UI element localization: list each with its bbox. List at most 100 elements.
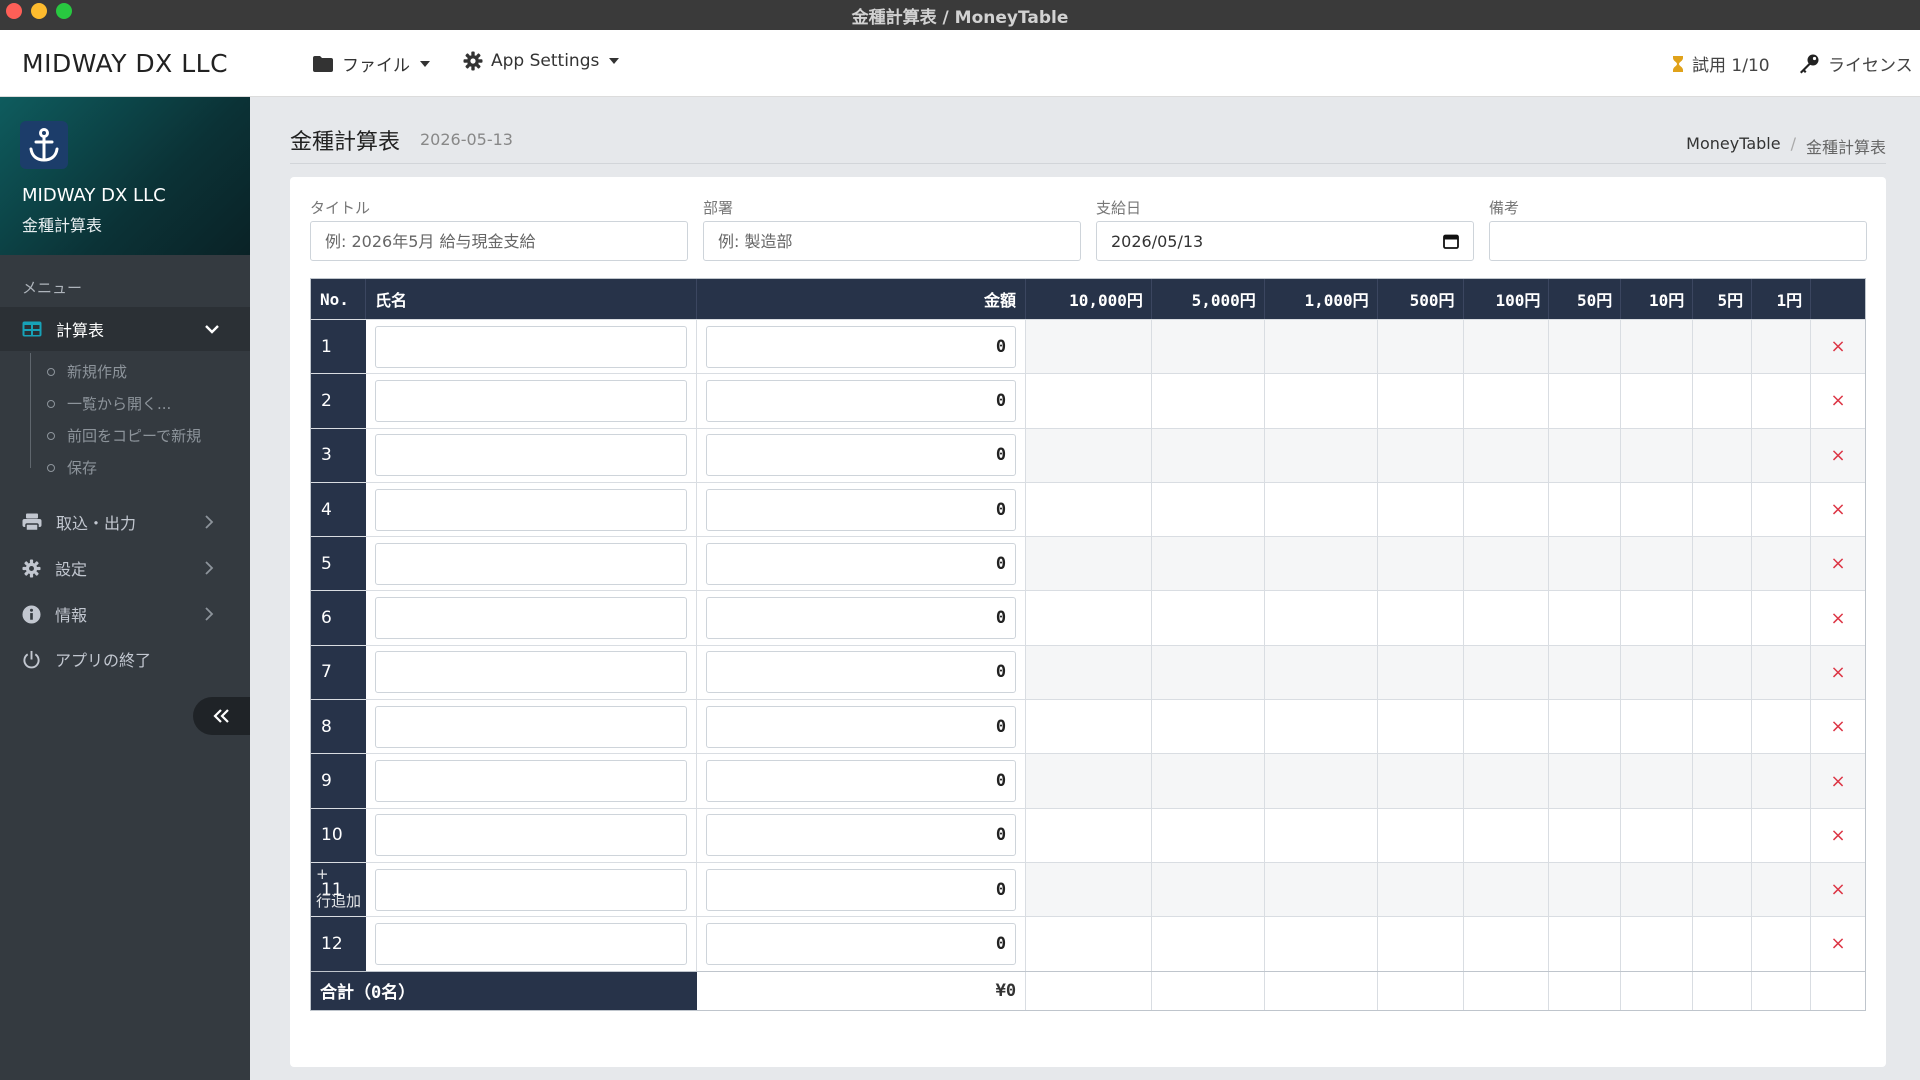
denom-cell	[1152, 700, 1265, 754]
denom-cell	[1378, 374, 1464, 428]
denom-cell	[1752, 862, 1812, 917]
delete-row-icon[interactable]: ×	[1811, 917, 1865, 970]
name-cell	[366, 591, 697, 645]
note-input[interactable]	[1504, 231, 1852, 251]
app-settings-label: App Settings	[491, 51, 600, 71]
sidebar-item-info[interactable]: 情報	[0, 594, 250, 634]
amount-input[interactable]: 0	[705, 705, 1017, 748]
pay-date-label: 支給日	[1096, 199, 1142, 217]
amount-input[interactable]: 0	[705, 542, 1017, 585]
sidebar-item-label: 取込・出力	[56, 514, 137, 533]
delete-row-icon[interactable]: ×	[1811, 862, 1865, 917]
denom-cell	[1463, 537, 1550, 591]
name-input[interactable]	[374, 868, 687, 911]
dept-input[interactable]	[718, 231, 1066, 251]
money-table: No. 氏名 金額 10,000円 5,000円 1,000円 500円 100…	[310, 278, 1866, 1011]
amount-input[interactable]: 0	[705, 597, 1017, 640]
submenu-copy-previous[interactable]: 前回をコピーで新規	[30, 425, 230, 446]
denom-cell	[1152, 374, 1265, 428]
name-input[interactable]	[374, 651, 687, 694]
name-input[interactable]	[374, 814, 687, 857]
col-delete	[1811, 279, 1865, 319]
sidebar-collapse-button[interactable]	[193, 697, 250, 735]
circle-icon	[47, 431, 55, 440]
name-input[interactable]	[374, 434, 687, 477]
denom-cell	[1549, 482, 1622, 537]
name-cell	[366, 862, 697, 917]
table-row: 8 0 ×	[311, 699, 1865, 754]
total-label: 合計（0名）	[311, 971, 697, 1010]
window-close-button[interactable]	[6, 3, 22, 19]
denom-cell	[1264, 428, 1378, 482]
trial-status[interactable]: 試用 1/10	[1672, 51, 1770, 76]
name-input[interactable]	[374, 379, 687, 422]
delete-row-icon[interactable]: ×	[1811, 428, 1865, 482]
breadcrumb-home[interactable]: MoneyTable	[1686, 134, 1780, 158]
denom-cell	[1264, 320, 1378, 374]
sidebar-item-settings[interactable]: 設定	[0, 548, 250, 588]
submenu-open-list[interactable]: 一覧から開く...	[30, 393, 230, 414]
delete-row-icon[interactable]: ×	[1811, 809, 1865, 862]
name-input[interactable]	[374, 705, 687, 748]
calendar-icon[interactable]	[1443, 233, 1459, 249]
delete-row-icon[interactable]: ×	[1811, 645, 1865, 700]
sidebar-item-calc-table[interactable]: 計算表	[0, 307, 250, 351]
add-row-label[interactable]: 行追加	[316, 890, 361, 911]
sidebar-item-quit[interactable]: アプリの終了	[0, 639, 250, 679]
add-row-plus-icon[interactable]: +	[316, 865, 329, 883]
denom-cell	[1152, 917, 1265, 971]
submenu-save[interactable]: 保存	[30, 457, 230, 478]
delete-row-icon[interactable]: ×	[1811, 591, 1865, 644]
col-amount: 金額	[697, 279, 1027, 319]
delete-row-icon[interactable]: ×	[1811, 537, 1865, 591]
name-input[interactable]	[374, 597, 687, 640]
denom-cell	[1151, 428, 1265, 482]
delete-row-icon[interactable]: ×	[1811, 320, 1865, 374]
amount-input[interactable]: 0	[705, 434, 1017, 477]
amount-input[interactable]: 0	[705, 379, 1017, 422]
table-row: 4 0 ×	[311, 481, 1865, 537]
name-input[interactable]	[374, 922, 687, 965]
name-input[interactable]	[374, 542, 687, 585]
submenu-new[interactable]: 新規作成	[30, 361, 230, 382]
amount-input[interactable]: 0	[705, 814, 1017, 857]
name-input[interactable]	[374, 488, 687, 531]
name-input[interactable]	[374, 760, 687, 803]
name-input[interactable]	[374, 325, 687, 368]
delete-row-icon[interactable]: ×	[1811, 700, 1865, 753]
window-minimize-button[interactable]	[31, 3, 47, 19]
col-5: 5円	[1693, 279, 1753, 319]
folder-icon	[313, 55, 333, 72]
sidebar-item-import-export[interactable]: 取込・出力	[0, 502, 250, 542]
denom-cell	[1265, 917, 1378, 971]
license-link[interactable]: ライセンス	[1798, 51, 1913, 76]
submenu-label: 一覧から開く...	[67, 395, 172, 413]
amount-input[interactable]: 0	[705, 868, 1017, 911]
table-header: No. 氏名 金額 10,000円 5,000円 1,000円 500円 100…	[311, 279, 1865, 319]
denom-cell	[1752, 537, 1812, 591]
file-menu[interactable]: ファイル	[312, 51, 430, 76]
app-settings-menu[interactable]: App Settings	[463, 51, 620, 71]
amount-input[interactable]: 0	[705, 651, 1017, 694]
amount-cell: 0	[697, 754, 1027, 808]
navbar-brand[interactable]: MIDWAY DX LLC	[22, 49, 228, 78]
denom-cell	[1026, 862, 1152, 917]
amount-input[interactable]: 0	[705, 488, 1017, 531]
amount-cell: 0	[697, 320, 1027, 374]
double-chevron-left-icon	[212, 709, 229, 723]
denom-cell	[1378, 591, 1464, 645]
denom-cell	[1752, 428, 1812, 482]
pay-date-input[interactable]: 2026/05/13	[1096, 221, 1474, 261]
window-maximize-button[interactable]	[56, 3, 72, 19]
denom-cell	[1549, 808, 1622, 862]
title-input[interactable]	[325, 231, 673, 251]
col-name: 氏名	[366, 279, 697, 319]
denom-cell	[1693, 482, 1753, 537]
denom-cell	[1693, 808, 1753, 862]
delete-row-icon[interactable]: ×	[1811, 374, 1865, 427]
amount-input[interactable]: 0	[705, 760, 1017, 803]
delete-row-icon[interactable]: ×	[1811, 483, 1865, 536]
amount-input[interactable]: 0	[705, 325, 1017, 368]
amount-input[interactable]: 0	[705, 922, 1017, 965]
delete-row-icon[interactable]: ×	[1811, 754, 1865, 808]
